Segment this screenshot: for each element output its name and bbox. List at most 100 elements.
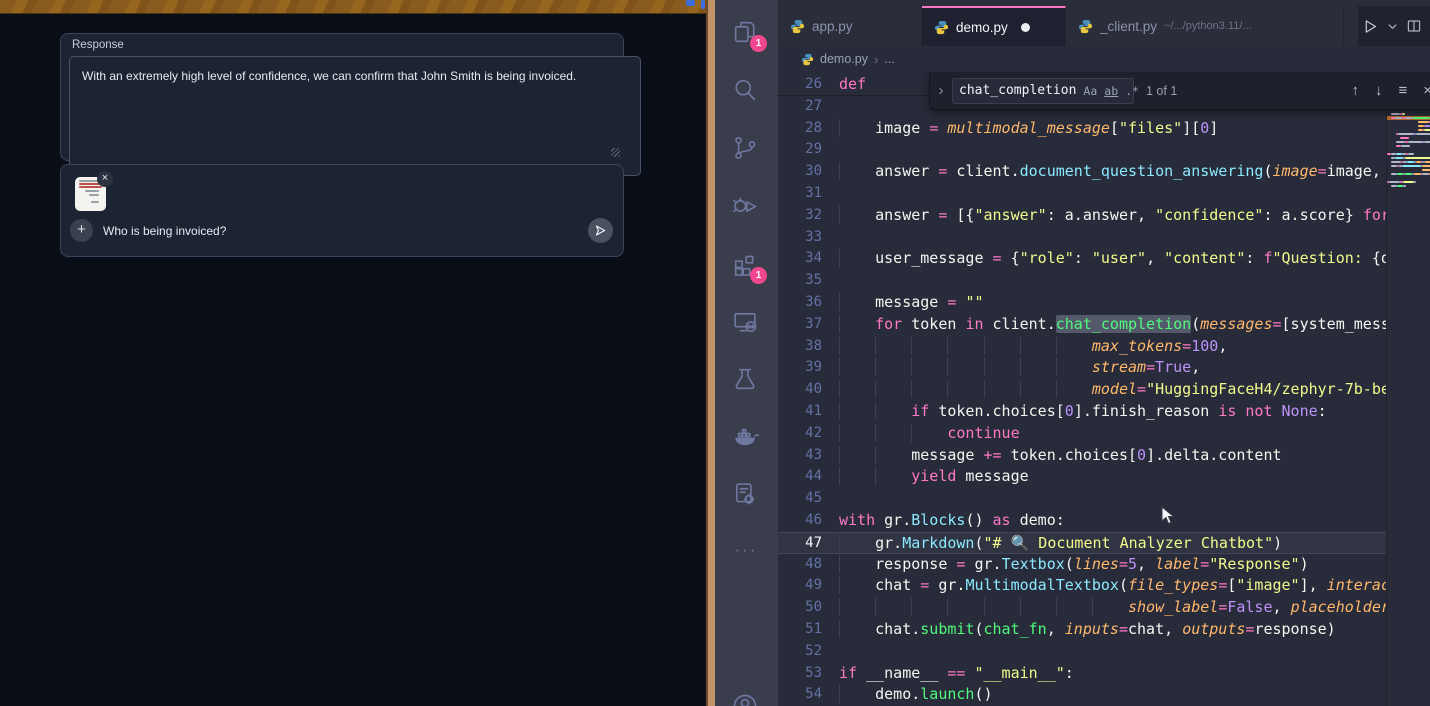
- find-expand-toggle[interactable]: ›: [930, 82, 952, 99]
- breadcrumb-more[interactable]: ...: [884, 52, 894, 66]
- code-editor[interactable]: 26def2728 image = multimodal_message["fi…: [778, 72, 1430, 706]
- code-line[interactable]: 37 for token in client.chat_completion(m…: [778, 314, 1430, 336]
- breadcrumb-file[interactable]: demo.py: [820, 52, 868, 66]
- code-line[interactable]: 34 user_message = {"role": "user", "cont…: [778, 248, 1430, 270]
- tab-demo-py[interactable]: demo.py: [922, 6, 1066, 46]
- window-divider[interactable]: [706, 0, 715, 706]
- test-beaker-icon[interactable]: [731, 365, 761, 395]
- code-line[interactable]: 45: [778, 488, 1430, 510]
- editor-actions: [1358, 6, 1430, 46]
- code-line[interactable]: 33: [778, 227, 1430, 249]
- line-number: 47: [778, 533, 822, 555]
- close-icon: ×: [102, 172, 108, 184]
- more-views-icon[interactable]: ···: [731, 537, 761, 567]
- run-debug-icon[interactable]: [731, 192, 761, 222]
- extensions-icon[interactable]: 1: [731, 250, 761, 280]
- split-editor-button[interactable]: [1406, 18, 1422, 34]
- find-close-button[interactable]: ×: [1423, 82, 1430, 99]
- search-icon[interactable]: [731, 76, 761, 106]
- code-line[interactable]: 28 image = multimodal_message["files"][0…: [778, 118, 1430, 140]
- code-line[interactable]: 43 message += token.choices[0].delta.con…: [778, 445, 1430, 467]
- code-line[interactable]: 53if __name__ == "__main__":: [778, 663, 1430, 685]
- find-input[interactable]: chat_completion Aa ab .*: [952, 78, 1134, 104]
- run-button[interactable]: [1362, 18, 1379, 35]
- explorer-icon[interactable]: 1: [731, 18, 761, 48]
- line-number: 43: [778, 445, 822, 467]
- remote-explorer-icon[interactable]: [731, 308, 761, 338]
- activity-bar: 1 1: [715, 0, 778, 706]
- textarea-resize-handle[interactable]: [611, 148, 620, 157]
- breadcrumb-separator: ›: [874, 52, 878, 67]
- account-icon[interactable]: [731, 692, 761, 706]
- code-line[interactable]: 39 stream=True,: [778, 357, 1430, 379]
- line-number: 35: [778, 270, 822, 292]
- code-line[interactable]: 52: [778, 641, 1430, 663]
- code-line[interactable]: 29: [778, 139, 1430, 161]
- line-number: 44: [778, 466, 822, 488]
- line-number: 41: [778, 401, 822, 423]
- gradio-app-pane: Response With an extremely high level of…: [0, 0, 706, 706]
- plus-icon: +: [77, 221, 86, 238]
- line-number: 37: [778, 314, 822, 336]
- code-line[interactable]: 47 gr.Markdown("# 🔍 Document Analyzer Ch…: [778, 532, 1430, 554]
- code-line[interactable]: 41 if token.choices[0].finish_reason is …: [778, 401, 1430, 423]
- minimap[interactable]: [1386, 72, 1430, 706]
- find-results-count: 1 of 1: [1146, 84, 1351, 98]
- line-number: 39: [778, 357, 822, 379]
- python-icon: [934, 20, 949, 35]
- vscode-window: 1 1: [715, 0, 1430, 706]
- code-line[interactable]: 51 chat.submit(chat_fn, inputs=chat, out…: [778, 619, 1430, 641]
- add-file-button[interactable]: +: [70, 219, 93, 242]
- find-previous-button[interactable]: ↑: [1351, 82, 1359, 99]
- code-line[interactable]: 50 show_label=False, placeholder=: [778, 597, 1430, 619]
- chat-message-text[interactable]: Who is being invoiced?: [103, 224, 226, 238]
- modified-dot-icon[interactable]: [1021, 23, 1030, 32]
- code-line[interactable]: 40 model="HuggingFaceH4/zephyr-7b-beta: [778, 379, 1430, 401]
- code-line[interactable]: 32 answer = [{"answer": a.answer, "confi…: [778, 205, 1430, 227]
- breadcrumb[interactable]: demo.py › ...: [778, 46, 1430, 72]
- tab-label: demo.py: [956, 20, 1008, 35]
- line-number: 34: [778, 248, 822, 270]
- code-line[interactable]: 38 max_tokens=100,: [778, 336, 1430, 358]
- source-control-icon[interactable]: [731, 134, 761, 164]
- regex-button[interactable]: .*: [1125, 84, 1139, 98]
- code-line[interactable]: 35: [778, 270, 1430, 292]
- chevron-down-icon[interactable]: [1387, 21, 1398, 32]
- screen: Response With an extremely high level of…: [0, 0, 1430, 706]
- code-line[interactable]: 49 chat = gr.MultimodalTextbox(file_type…: [778, 575, 1430, 597]
- explorer-badge: 1: [750, 35, 767, 52]
- code-line[interactable]: 31: [778, 183, 1430, 205]
- response-textarea[interactable]: With an extremely high level of confiden…: [69, 56, 641, 176]
- remove-attachment-button[interactable]: ×: [97, 171, 113, 187]
- response-label: Response: [72, 39, 124, 51]
- code-line[interactable]: 30 answer = client.document_question_ans…: [778, 161, 1430, 183]
- tab-app-py[interactable]: app.py: [778, 6, 922, 46]
- line-number: 30: [778, 161, 822, 183]
- code-line[interactable]: 44 yield message: [778, 466, 1430, 488]
- code-line[interactable]: 48 response = gr.Textbox(lines=5, label=…: [778, 554, 1430, 576]
- blue-fragment: [701, 0, 705, 9]
- find-next-button[interactable]: ↓: [1375, 82, 1383, 99]
- line-number: 45: [778, 488, 822, 510]
- docker-icon[interactable]: [731, 423, 761, 453]
- tab-client-py[interactable]: _client.py ~/.../python3.11/...: [1066, 6, 1344, 46]
- line-number: 26: [778, 74, 822, 96]
- find-query-text[interactable]: chat_completion: [959, 83, 1076, 98]
- line-number: 54: [778, 684, 822, 706]
- line-number: 31: [778, 183, 822, 205]
- find-in-selection-button[interactable]: ≡: [1398, 82, 1407, 99]
- line-number: 33: [778, 227, 822, 249]
- line-number: 46: [778, 510, 822, 532]
- minimap-row: [1387, 188, 1430, 192]
- tab-label: app.py: [812, 19, 853, 34]
- code-line[interactable]: 46with gr.Blocks() as demo:: [778, 510, 1430, 532]
- send-button[interactable]: [588, 218, 613, 243]
- line-number: 29: [778, 139, 822, 161]
- code-line[interactable]: 42 continue: [778, 423, 1430, 445]
- code-line[interactable]: 36 message = "": [778, 292, 1430, 314]
- code-line[interactable]: 54 demo.launch(): [778, 684, 1430, 706]
- match-case-button[interactable]: Aa: [1083, 84, 1097, 98]
- tab-bar: app.py demo.py _client.py ~/.../python3.…: [778, 0, 1430, 46]
- tools-file-icon[interactable]: [731, 480, 761, 510]
- whole-word-button[interactable]: ab: [1104, 84, 1118, 98]
